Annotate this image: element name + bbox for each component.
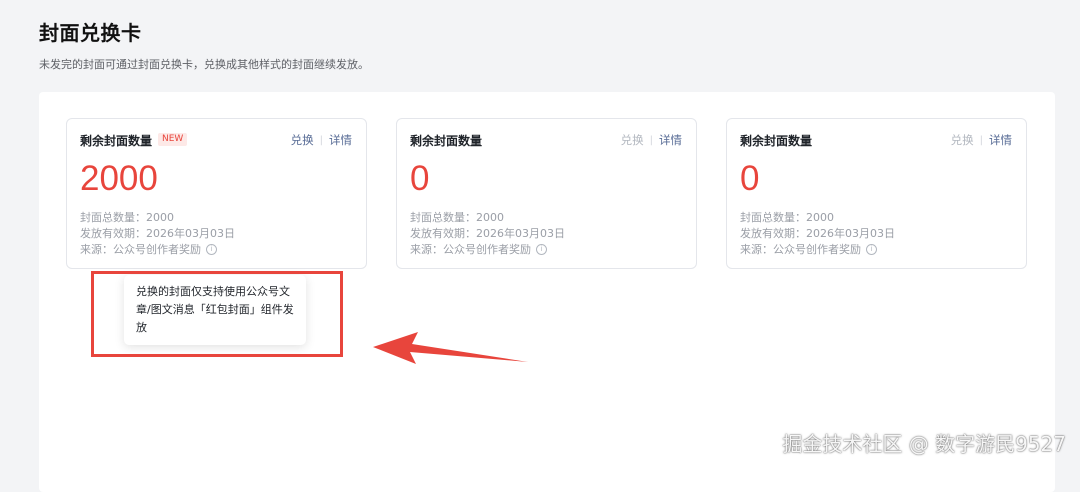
source-text: 来源：公众号创作者奖励: [740, 243, 861, 256]
remaining-count: 0: [410, 159, 430, 198]
exchange-link: 兑换: [620, 133, 644, 147]
valid-date-line: 发放有效期：2026年03月03日: [410, 227, 565, 240]
card-title: 剩余封面数量: [80, 134, 153, 148]
source-tooltip: 兑换的封面仅支持使用公众号文章/图文消息「红包封面」组件发放: [124, 275, 306, 345]
total-count-line: 封面总数量：2000: [410, 211, 504, 224]
detail-link[interactable]: 详情: [329, 132, 352, 148]
remaining-count: 2000: [80, 159, 158, 198]
valid-date-line: 发放有效期：2026年03月03日: [80, 227, 235, 240]
action-separator: |: [319, 134, 323, 146]
cover-card-1: 剩余封面数量 NEW 兑换 | 详情 2000 封面总数量：2000 发放有效期…: [66, 118, 367, 269]
action-separator: |: [979, 134, 983, 146]
card-title: 剩余封面数量: [410, 134, 483, 148]
card-actions: 兑换 | 详情: [951, 132, 1012, 148]
source-line: 来源：公众号创作者奖励 i: [80, 241, 217, 257]
info-icon[interactable]: i: [866, 243, 877, 255]
remaining-count: 0: [740, 159, 760, 198]
detail-link[interactable]: 详情: [989, 132, 1012, 148]
info-icon[interactable]: i: [206, 243, 217, 255]
total-count-line: 封面总数量：2000: [80, 211, 174, 224]
detail-link[interactable]: 详情: [659, 132, 682, 148]
watermark: 掘金技术社区 @ 数字游民9527: [782, 432, 1066, 456]
cover-card-2: 剩余封面数量 兑换 | 详情 0 封面总数量：2000 发放有效期：2026年0…: [396, 118, 697, 269]
exchange-link[interactable]: 兑换: [291, 132, 314, 148]
total-count-line: 封面总数量：2000: [740, 211, 834, 224]
annotation-arrow-icon: [373, 332, 528, 364]
card-title: 剩余封面数量: [740, 134, 813, 148]
source-text: 来源：公众号创作者奖励: [80, 243, 201, 256]
new-badge: NEW: [158, 133, 188, 146]
source-line: 来源：公众号创作者奖励 i: [410, 241, 547, 257]
exchange-link: 兑换: [950, 133, 974, 147]
card-actions: 兑换 | 详情: [291, 132, 352, 148]
valid-date-line: 发放有效期：2026年03月03日: [740, 227, 895, 240]
page-title: 封面兑换卡: [39, 21, 142, 45]
action-separator: |: [649, 134, 653, 146]
source-text: 来源：公众号创作者奖励: [410, 243, 531, 256]
source-line: 来源：公众号创作者奖励 i: [740, 241, 877, 257]
cover-card-3: 剩余封面数量 兑换 | 详情 0 封面总数量：2000 发放有效期：2026年0…: [726, 118, 1027, 269]
info-icon[interactable]: i: [536, 243, 547, 255]
card-actions: 兑换 | 详情: [621, 132, 682, 148]
page-description: 未发完的封面可通过封面兑换卡，兑换成其他样式的封面继续发放。: [39, 58, 369, 71]
